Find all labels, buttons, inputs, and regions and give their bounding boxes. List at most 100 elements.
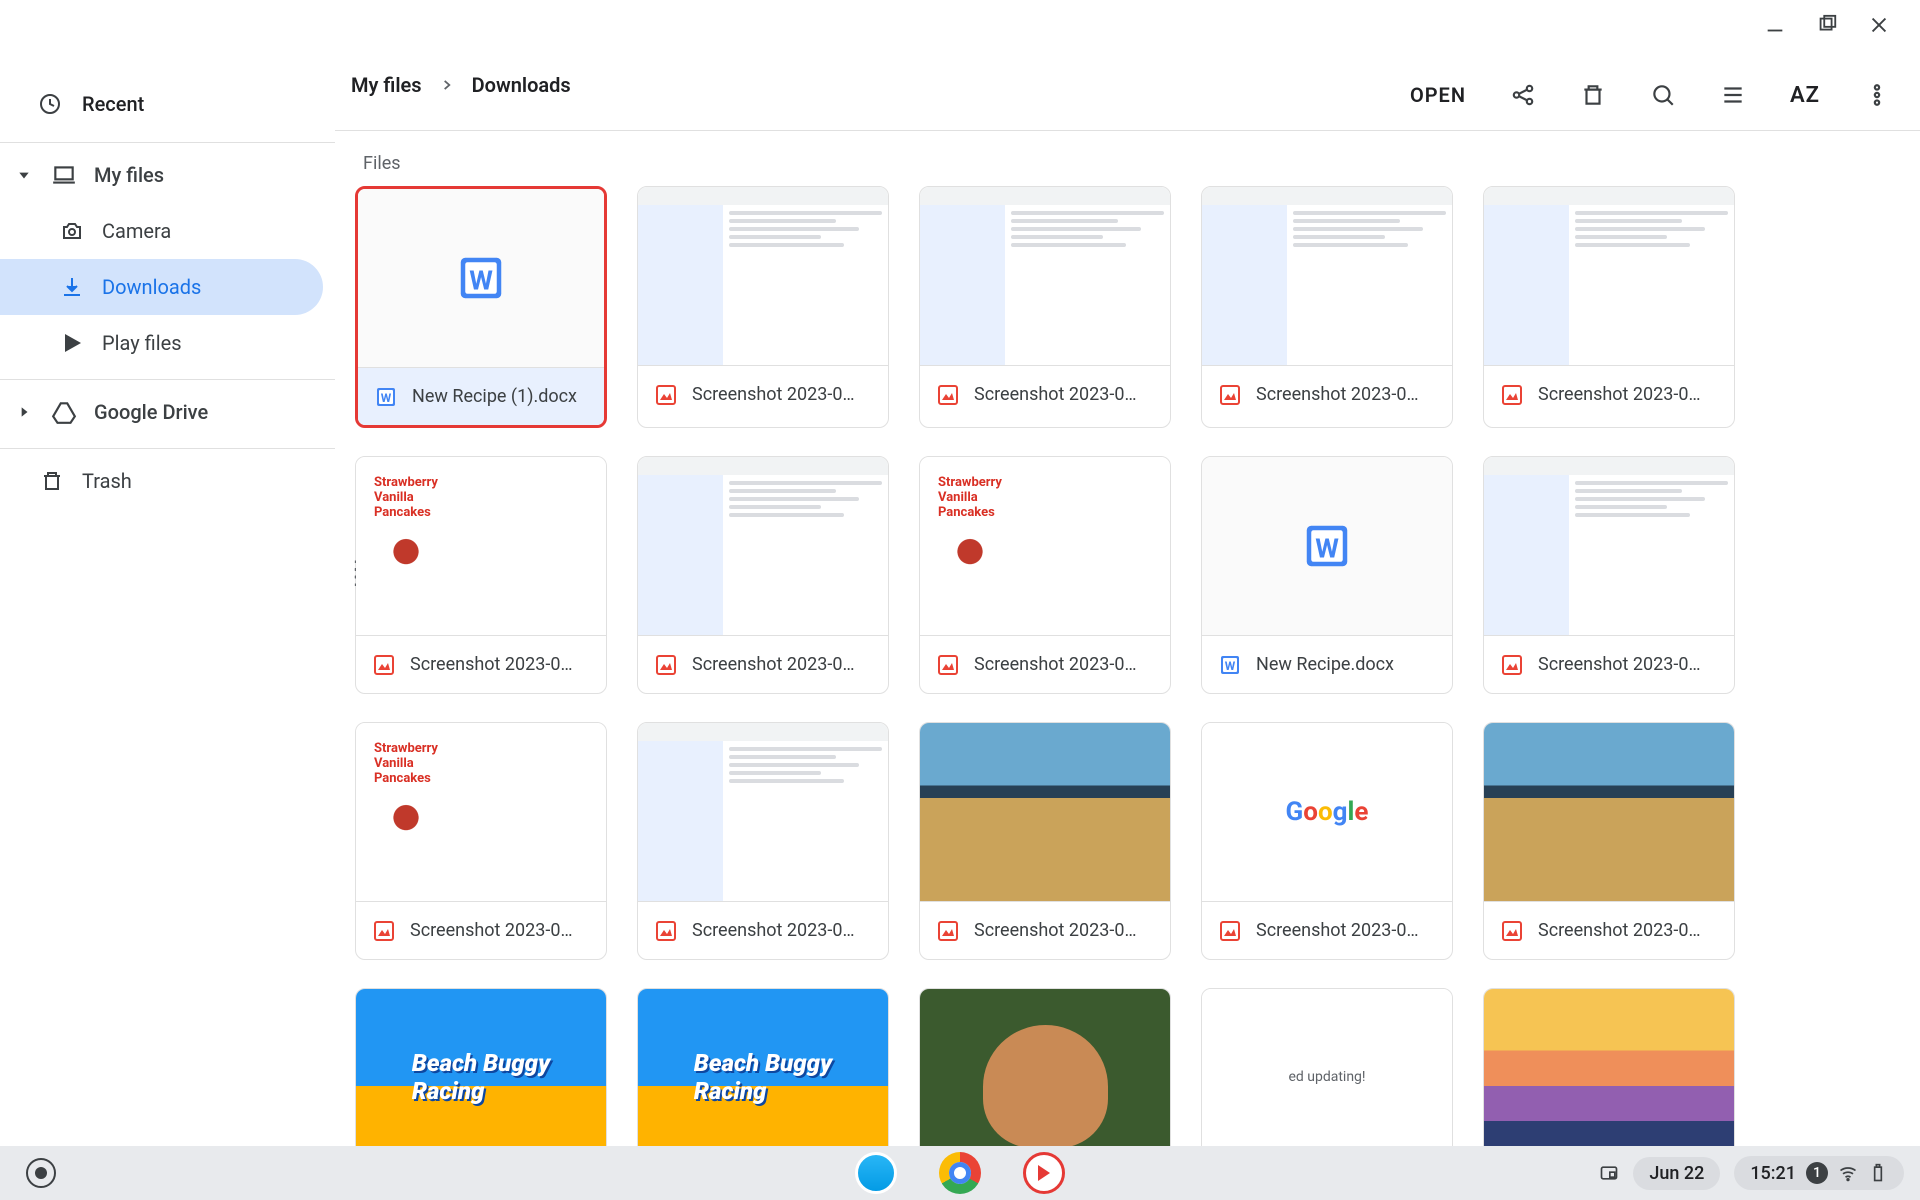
file-tile[interactable]: StrawberryVanillaPancakes Screenshot 2023… xyxy=(355,456,607,694)
sidebar-item-googledrive[interactable]: Google Drive xyxy=(0,384,323,440)
file-thumbnail xyxy=(920,989,1170,1146)
drive-icon xyxy=(50,399,78,425)
image-file-icon xyxy=(936,383,960,407)
file-thumbnail xyxy=(638,187,888,365)
file-caption: W New Recipe.docx xyxy=(1202,635,1452,693)
file-tile[interactable]: Beach BuggyRacing xyxy=(637,988,889,1146)
sidebar-item-camera[interactable]: Camera xyxy=(0,203,323,259)
camera-icon xyxy=(58,219,86,243)
sidebar-item-label: Downloads xyxy=(102,275,201,299)
sidebar-item-label: Trash xyxy=(82,469,132,493)
launcher-button[interactable] xyxy=(26,1158,56,1188)
divider xyxy=(0,379,335,380)
file-name: Screenshot 2023-0… xyxy=(1538,384,1701,405)
file-thumbnail: StrawberryVanillaPancakes xyxy=(356,457,606,635)
svg-text:W: W xyxy=(1225,659,1236,673)
file-tile[interactable] xyxy=(919,988,1171,1146)
section-label-files: Files xyxy=(363,153,1900,174)
sort-button[interactable]: AZ xyxy=(1790,83,1820,108)
breadcrumb-root[interactable]: My files xyxy=(351,73,422,97)
file-tile[interactable]: Screenshot 2023-0… xyxy=(637,722,889,960)
file-tile[interactable]: StrawberryVanillaPancakesScreenshot 2023… xyxy=(355,722,607,960)
file-name: Screenshot 2023-0… xyxy=(974,654,1137,675)
file-name: Screenshot 2023-0… xyxy=(1538,654,1701,675)
image-file-icon xyxy=(1218,919,1242,943)
sidebar-item-label: My files xyxy=(94,163,164,187)
file-tile[interactable]: WWNew Recipe (1).docx xyxy=(355,186,607,428)
file-thumbnail: Google xyxy=(1202,723,1452,901)
file-tile[interactable]: Screenshot 2023-0… xyxy=(637,186,889,428)
file-thumbnail: W xyxy=(358,189,604,367)
delete-icon[interactable] xyxy=(1580,82,1606,108)
svg-text:W: W xyxy=(469,265,493,297)
sidebar-item-trash[interactable]: Trash xyxy=(0,453,323,509)
notification-badge: 1 xyxy=(1806,1162,1828,1184)
file-tile[interactable] xyxy=(1483,988,1735,1146)
image-file-icon xyxy=(1500,653,1524,677)
file-name: Screenshot 2023-0… xyxy=(1256,920,1419,941)
screencast-icon[interactable] xyxy=(1599,1163,1619,1183)
shelf-date[interactable]: Jun 22 xyxy=(1633,1157,1720,1190)
file-tile[interactable]: Screenshot 2023-0… xyxy=(637,456,889,694)
list-view-icon[interactable] xyxy=(1720,82,1746,108)
shelf-app-youtube-music[interactable] xyxy=(1023,1152,1065,1194)
file-caption: Screenshot 2023-0… xyxy=(920,901,1170,959)
sidebar-item-playfiles[interactable]: Play files xyxy=(0,315,323,371)
file-caption: Screenshot 2023-0… xyxy=(1484,635,1734,693)
image-file-icon xyxy=(1500,383,1524,407)
file-thumbnail xyxy=(1202,187,1452,365)
file-caption: Screenshot 2023-0… xyxy=(1484,365,1734,423)
trash-icon xyxy=(38,469,66,493)
file-thumbnail xyxy=(1484,457,1734,635)
file-caption: Screenshot 2023-0… xyxy=(920,365,1170,423)
sidebar-item-recent[interactable]: Recent xyxy=(0,74,335,134)
file-caption: Screenshot 2023-0… xyxy=(638,365,888,423)
sidebar-item-downloads[interactable]: Downloads xyxy=(0,259,323,315)
image-file-icon xyxy=(372,919,396,943)
file-name: Screenshot 2023-0… xyxy=(692,920,855,941)
battery-icon xyxy=(1868,1163,1888,1183)
image-file-icon xyxy=(372,653,396,677)
file-tile[interactable]: Screenshot 2023-0… xyxy=(1201,186,1453,428)
file-tile[interactable]: Screenshot 2023-0… xyxy=(919,186,1171,428)
search-icon[interactable] xyxy=(1650,82,1676,108)
file-name: Screenshot 2023-0… xyxy=(1538,920,1701,941)
shelf-app-chrome[interactable] xyxy=(939,1152,981,1194)
file-name: Screenshot 2023-0… xyxy=(692,384,855,405)
file-name: Screenshot 2023-0… xyxy=(974,384,1137,405)
file-tile[interactable]: Screenshot 2023-0… xyxy=(1483,722,1735,960)
file-name: Screenshot 2023-0… xyxy=(1256,384,1419,405)
sidebar-item-myfiles[interactable]: My files xyxy=(0,147,323,203)
file-tile[interactable]: Google Screenshot 2023-0… xyxy=(1201,722,1453,960)
toolbar: My files Downloads OPEN AZ xyxy=(335,0,1920,131)
file-name: Screenshot 2023-0… xyxy=(410,654,573,675)
shelf-app-files[interactable] xyxy=(855,1152,897,1194)
file-tile[interactable]: ed updating! xyxy=(1201,988,1453,1146)
sidebar-item-label: Play files xyxy=(102,331,182,355)
shelf-status-tray[interactable]: 15:21 1 xyxy=(1734,1156,1904,1190)
file-name: Screenshot 2023-0… xyxy=(974,920,1137,941)
download-icon xyxy=(58,275,86,299)
more-icon[interactable] xyxy=(1864,82,1890,108)
file-thumbnail: ed updating! xyxy=(1202,989,1452,1146)
open-button[interactable]: OPEN xyxy=(1410,83,1466,107)
file-name: New Recipe.docx xyxy=(1256,654,1394,675)
file-thumbnail xyxy=(1484,723,1734,901)
file-caption: Screenshot 2023-0… xyxy=(356,901,606,959)
file-thumbnail xyxy=(638,457,888,635)
files-grid: WWNew Recipe (1).docxScreenshot 2023-0…S… xyxy=(355,186,1900,1146)
file-caption: Screenshot 2023-0… xyxy=(1484,901,1734,959)
file-tile[interactable]: WW New Recipe.docx xyxy=(1201,456,1453,694)
file-thumbnail xyxy=(1484,989,1734,1146)
file-tile[interactable]: StrawberryVanillaPancakesScreenshot 2023… xyxy=(919,456,1171,694)
laptop-icon xyxy=(50,162,78,188)
file-caption: Screenshot 2023-0… xyxy=(356,635,606,693)
file-tile[interactable]: Screenshot 2023-0… xyxy=(919,722,1171,960)
image-file-icon xyxy=(1500,919,1524,943)
file-tile[interactable]: Screenshot 2023-0… xyxy=(1483,186,1735,428)
file-tile[interactable]: Screenshot 2023-0… xyxy=(1483,456,1735,694)
shelf: Jun 22 15:21 1 xyxy=(0,1146,1920,1200)
file-thumbnail: StrawberryVanillaPancakes xyxy=(356,723,606,901)
file-tile[interactable]: Beach BuggyRacing xyxy=(355,988,607,1146)
share-icon[interactable] xyxy=(1510,82,1536,108)
